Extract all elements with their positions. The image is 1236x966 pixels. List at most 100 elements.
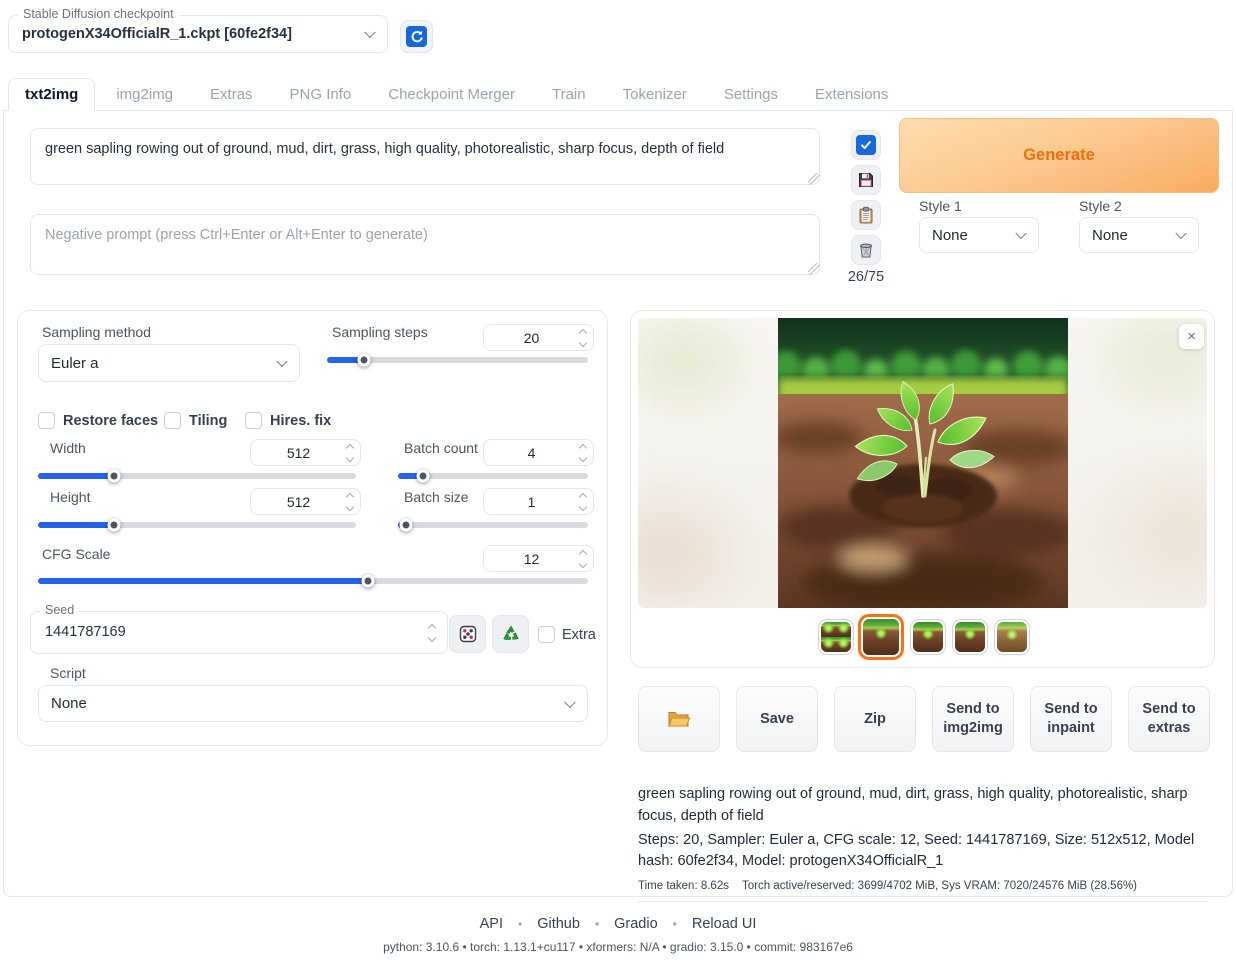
refresh-icon (406, 26, 427, 47)
check-icon (856, 135, 876, 155)
reuse-seed-button[interactable] (492, 615, 529, 653)
sampling-method-select[interactable]: Euler a (38, 344, 300, 382)
open-folder-button[interactable] (638, 686, 720, 752)
cfg-scale-input[interactable] (483, 545, 594, 572)
slider-handle[interactable] (399, 519, 412, 532)
chevron-down-icon (1015, 228, 1026, 239)
chevron-down-icon (1175, 228, 1186, 239)
dice-icon (458, 624, 478, 644)
image-viewer (638, 318, 1207, 608)
tab-extras[interactable]: Extras (194, 79, 269, 110)
tab-settings[interactable]: Settings (708, 79, 794, 110)
slider-handle[interactable] (108, 519, 121, 532)
sampling-steps-input[interactable] (483, 324, 594, 351)
width-label: Width (50, 440, 86, 456)
generate-button[interactable]: Generate (899, 118, 1219, 193)
thumbnail-image (955, 622, 985, 652)
sampling-method-label: Sampling method (42, 324, 151, 340)
spinner-icon[interactable] (347, 494, 353, 510)
footer-link-reload-ui[interactable]: Reload UI (692, 916, 756, 932)
seed-value: 1441787169 (45, 624, 126, 640)
thumbnail[interactable] (952, 619, 988, 655)
width-slider[interactable] (38, 473, 356, 479)
spinner-icon[interactable] (347, 445, 353, 461)
clear-prompt-trash-button[interactable] (851, 235, 881, 265)
thumbnail[interactable] (994, 619, 1030, 655)
thumbnail-grid[interactable] (818, 619, 854, 655)
random-seed-button[interactable] (449, 615, 486, 653)
height-label: Height (50, 489, 90, 505)
hires-fix-label: Hires. fix (270, 413, 331, 429)
info-params-text: Steps: 20, Sampler: Euler a, CFG scale: … (638, 830, 1208, 874)
sampling-steps-slider[interactable] (327, 357, 588, 363)
save-style-button[interactable] (851, 165, 881, 195)
stable-diffusion-webui: Stable Diffusion checkpoint protogenX34O… (0, 0, 1236, 966)
checkpoint-select[interactable]: Stable Diffusion checkpoint protogenX34O… (8, 15, 388, 53)
prompt-input[interactable]: green sapling rowing out of ground, mud,… (30, 128, 820, 185)
sampling-steps-label: Sampling steps (332, 324, 428, 340)
tab-img2img[interactable]: img2img (100, 79, 189, 110)
style2-label: Style 2 (1079, 198, 1122, 214)
apply-style-check-button[interactable] (851, 130, 881, 160)
generated-image[interactable] (778, 318, 1068, 608)
style2-select[interactable]: None (1079, 217, 1199, 253)
restore-faces-label: Restore faces (63, 413, 158, 429)
style1-select[interactable]: None (919, 217, 1039, 253)
send-to-extras-button[interactable]: Send to extras (1128, 686, 1210, 752)
batch-size-label: Batch size (404, 489, 469, 505)
batch-size-input[interactable] (483, 488, 594, 515)
spinner-icon[interactable] (580, 551, 586, 567)
paste-style-clipboard-button[interactable] (851, 200, 881, 230)
spinner-icon[interactable] (580, 330, 586, 346)
chevron-down-icon (364, 27, 375, 38)
footer: API • Github • Gradio • Reload UI python… (0, 915, 1236, 954)
close-icon: × (1187, 328, 1196, 345)
footer-link-api[interactable]: API (480, 916, 503, 932)
seed-input[interactable]: Seed 1441787169 (30, 611, 448, 654)
height-slider[interactable] (38, 522, 356, 528)
main-tabs: txt2img img2img Extras PNG Info Checkpoi… (3, 78, 1233, 111)
width-input[interactable] (250, 439, 361, 466)
save-button[interactable]: Save (736, 686, 818, 752)
clipboard-icon (857, 206, 875, 224)
slider-handle[interactable] (362, 575, 375, 588)
info-prompt-text: green sapling rowing out of ground, mud,… (638, 784, 1208, 828)
slider-handle[interactable] (108, 470, 121, 483)
tab-tokenizer[interactable]: Tokenizer (607, 79, 703, 110)
footer-link-github[interactable]: Github (537, 916, 580, 932)
script-select[interactable]: None (38, 685, 588, 722)
tab-checkpoint-merger[interactable]: Checkpoint Merger (372, 79, 531, 110)
restore-faces-checkbox[interactable] (38, 412, 55, 429)
tiling-checkbox[interactable] (164, 412, 181, 429)
slider-handle[interactable] (357, 354, 370, 367)
folder-icon (667, 709, 691, 729)
spinner-icon[interactable] (429, 625, 435, 641)
script-value: None (51, 695, 87, 712)
refresh-checkpoints-button[interactable] (400, 20, 433, 53)
cfg-scale-slider[interactable] (38, 578, 588, 584)
zip-button[interactable]: Zip (834, 686, 916, 752)
send-to-img2img-button[interactable]: Send to img2img (932, 686, 1014, 752)
spinner-icon[interactable] (580, 494, 586, 510)
batch-size-slider[interactable] (398, 522, 588, 528)
spinner-icon[interactable] (580, 445, 586, 461)
checkpoint-label: Stable Diffusion checkpoint (18, 7, 179, 21)
tab-train[interactable]: Train (536, 79, 602, 110)
thumbnail[interactable] (910, 619, 946, 655)
negative-prompt-input[interactable] (30, 214, 820, 275)
tab-txt2img[interactable]: txt2img (8, 78, 95, 111)
thumbnail-selected[interactable] (858, 614, 904, 660)
hires-fix-checkbox[interactable] (245, 412, 262, 429)
slider-handle[interactable] (416, 470, 429, 483)
send-to-inpaint-button[interactable]: Send to inpaint (1030, 686, 1112, 752)
extra-seed-checkbox[interactable] (538, 626, 555, 643)
footer-link-gradio[interactable]: Gradio (614, 916, 658, 932)
footer-versions: python: 3.10.6 • torch: 1.13.1+cu117 • x… (0, 940, 1236, 954)
batch-count-slider[interactable] (398, 473, 588, 479)
tab-extensions[interactable]: Extensions (799, 79, 904, 110)
checkpoint-value: protogenX34OfficialR_1.ckpt [60fe2f34] (22, 26, 292, 42)
batch-count-input[interactable] (483, 439, 594, 466)
tab-png-info[interactable]: PNG Info (274, 79, 368, 110)
height-input[interactable] (250, 488, 361, 515)
close-image-button[interactable]: × (1179, 324, 1204, 349)
